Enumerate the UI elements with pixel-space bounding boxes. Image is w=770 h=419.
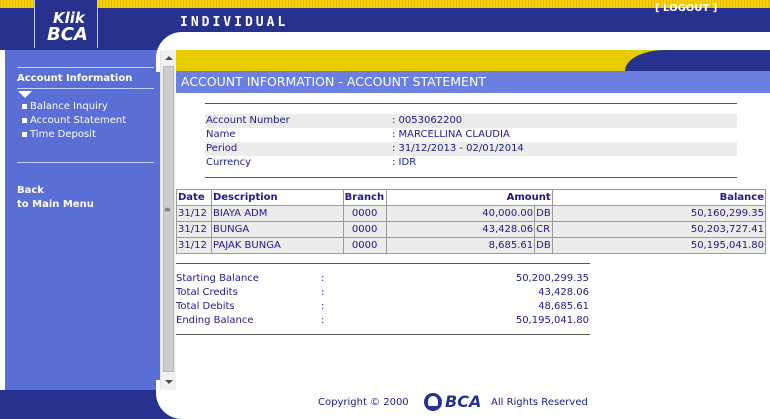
- section-title: INDIVIDUAL: [180, 15, 289, 30]
- header-amount: Amount: [385, 189, 553, 206]
- summary-value: 48,685.61: [538, 301, 589, 312]
- sidebar-divider: [17, 88, 154, 89]
- sidebar-item-label: Balance Inquiry: [30, 101, 108, 112]
- page-root: Klik BCA INDIVIDUAL [ LOGOUT ] Account I…: [0, 0, 770, 419]
- cell-description: BIAYA ADM: [210, 205, 344, 222]
- field-value: : 0053062200: [392, 115, 463, 126]
- sidebar-item-label: Time Deposit: [30, 129, 96, 140]
- scrollbar[interactable]: ≡: [160, 50, 176, 390]
- summary-colon: :: [321, 273, 325, 284]
- currency-row: Currency : IDR: [205, 156, 737, 170]
- bca-logo-text: BCA: [445, 392, 482, 411]
- field-label: Account Number: [206, 115, 290, 126]
- cell-type: DB: [534, 205, 553, 222]
- bca-logo: BCA: [424, 392, 484, 412]
- table-header-row: Date Description Branch Amount Balance: [176, 189, 767, 206]
- summary-label: Total Debits: [176, 301, 235, 312]
- grip-icon: ≡: [164, 205, 171, 214]
- field-value: : MARCELLINA CLAUDIA: [392, 129, 510, 140]
- summary-label: Total Credits: [176, 287, 238, 298]
- summary-colon: :: [321, 315, 325, 326]
- cell-date: 31/12: [176, 205, 212, 222]
- klikbca-logo: Klik BCA: [34, 0, 98, 48]
- header-description: Description: [210, 189, 344, 206]
- header-date: Date: [176, 189, 212, 206]
- sidebar-divider: [17, 162, 154, 163]
- cell-branch: 0000: [342, 237, 387, 254]
- sidebar-item-time-deposit[interactable]: Time Deposit: [22, 129, 96, 140]
- cell-balance: 50,203,727.41: [551, 221, 767, 238]
- cell-amount: 8,685.61: [385, 237, 536, 254]
- cell-date: 31/12: [176, 237, 212, 254]
- field-value: : 31/12/2013 - 02/01/2014: [392, 143, 524, 154]
- cell-balance: 50,160,299.35: [551, 205, 767, 222]
- cell-date: 31/12: [176, 221, 212, 238]
- divider: [176, 334, 590, 335]
- header-branch: Branch: [342, 189, 387, 206]
- sidebar-edge: [0, 50, 5, 390]
- bullet-icon: [22, 103, 27, 109]
- copyright-text: Copyright © 2000: [318, 397, 409, 408]
- scroll-down-arrow-icon[interactable]: [165, 380, 173, 384]
- footer: Copyright © 2000 BCA All Rights Reserved: [318, 392, 618, 412]
- header-balance: Balance: [551, 189, 767, 206]
- sidebar-item-label: Account Statement: [30, 115, 127, 126]
- content-banner: [176, 50, 770, 71]
- cell-amount: 43,428.06: [385, 221, 536, 238]
- logo-bottom-text: BCA: [47, 24, 88, 45]
- summary-colon: :: [321, 301, 325, 312]
- table-row: 31/12 PAJAK BUNGA 0000 8,685.61 DB 50,19…: [176, 237, 767, 254]
- account-number-row: Account Number : 0053062200: [205, 114, 737, 128]
- page-title: ACCOUNT INFORMATION - ACCOUNT STATEMENT: [176, 71, 770, 93]
- cell-description: PAJAK BUNGA: [210, 237, 344, 254]
- total-credits-row: Total Credits : 43,428.06: [176, 287, 590, 301]
- back-to-main-menu-link[interactable]: Back to Main Menu: [17, 184, 94, 212]
- cell-branch: 0000: [342, 205, 387, 222]
- cell-description: BUNGA: [210, 221, 344, 238]
- field-label: Name: [206, 129, 236, 140]
- sidebar-heading[interactable]: Account Information: [17, 73, 132, 84]
- name-row: Name : MARCELLINA CLAUDIA: [205, 128, 737, 142]
- rights-text: All Rights Reserved: [491, 397, 588, 408]
- field-label: Currency: [206, 157, 252, 168]
- sidebar-item-balance-inquiry[interactable]: Balance Inquiry: [22, 101, 108, 112]
- scroll-up-arrow-icon[interactable]: [165, 56, 173, 60]
- cell-type: DB: [534, 237, 553, 254]
- cell-amount: 40,000.00: [385, 205, 536, 222]
- summary-value: 50,195,041.80: [515, 315, 589, 326]
- table-row: 31/12 BIAYA ADM 0000 40,000.00 DB 50,160…: [176, 205, 767, 222]
- cell-type: CR: [534, 221, 553, 238]
- period-row: Period : 31/12/2013 - 02/01/2014: [205, 142, 737, 156]
- bullet-icon: [22, 117, 27, 123]
- summary-label: Starting Balance: [176, 273, 259, 284]
- starting-balance-row: Starting Balance : 50,200,299.35: [176, 273, 590, 287]
- table-row: 31/12 BUNGA 0000 43,428.06 CR 50,203,727…: [176, 221, 767, 238]
- banner-curve: [625, 50, 770, 71]
- scroll-thumb[interactable]: [163, 66, 174, 372]
- cell-balance: 50,195,041.80: [551, 237, 767, 254]
- back-line-1: Back: [17, 185, 44, 196]
- ending-balance-row: Ending Balance : 50,195,041.80: [176, 315, 590, 329]
- divider: [176, 263, 590, 264]
- back-line-2: to Main Menu: [17, 199, 94, 210]
- expand-triangle-icon: [18, 91, 32, 98]
- summary-value: 43,428.06: [538, 287, 589, 298]
- total-debits-row: Total Debits : 48,685.61: [176, 301, 590, 315]
- summary-value: 50,200,299.35: [515, 273, 589, 284]
- summary-colon: :: [321, 287, 325, 298]
- divider: [205, 177, 737, 178]
- sidebar-divider: [17, 67, 154, 68]
- summary-label: Ending Balance: [176, 315, 254, 326]
- transactions-table: Date Description Branch Amount Balance 3…: [176, 189, 767, 254]
- field-label: Period: [206, 143, 238, 154]
- sidebar-item-account-statement[interactable]: Account Statement: [22, 115, 126, 126]
- divider: [205, 103, 737, 104]
- logout-link[interactable]: [ LOGOUT ]: [655, 3, 717, 14]
- cell-branch: 0000: [342, 221, 387, 238]
- field-value: : IDR: [392, 157, 417, 168]
- bullet-icon: [22, 131, 27, 137]
- bca-emblem-icon: [424, 393, 442, 411]
